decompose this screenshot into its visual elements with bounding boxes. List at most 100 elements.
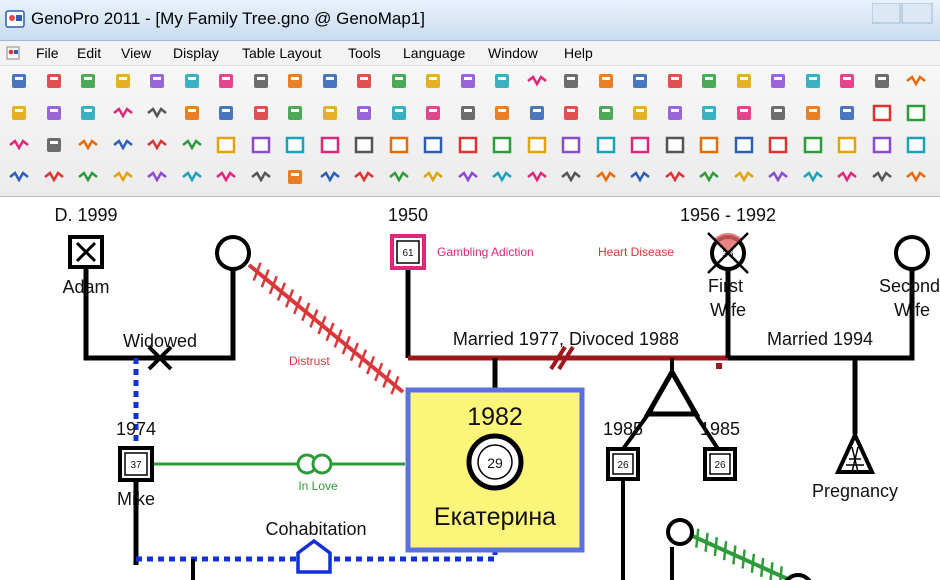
green-double-icon[interactable] bbox=[181, 166, 203, 188]
blue-arrow-icon[interactable] bbox=[802, 166, 824, 188]
second-wife-symbol[interactable] bbox=[894, 235, 930, 271]
blue-outline-box-icon[interactable] bbox=[560, 134, 582, 156]
red-zz3-icon[interactable] bbox=[629, 166, 651, 188]
triangle-icon[interactable] bbox=[664, 102, 686, 124]
zoom-family-icon[interactable] bbox=[560, 70, 582, 92]
paste-icon[interactable] bbox=[250, 70, 272, 92]
red-hatch-icon[interactable] bbox=[526, 166, 548, 188]
pen-icon[interactable] bbox=[871, 70, 893, 92]
color-cyan-icon[interactable] bbox=[905, 134, 927, 156]
redo-icon[interactable] bbox=[353, 70, 375, 92]
curve-line-icon[interactable] bbox=[8, 134, 30, 156]
family-tree-icon[interactable] bbox=[491, 70, 513, 92]
shape-quarter-icon[interactable] bbox=[319, 134, 341, 156]
tree-icon[interactable] bbox=[560, 102, 582, 124]
pink-end-icon[interactable] bbox=[905, 166, 927, 188]
font-a-icon[interactable] bbox=[836, 70, 858, 92]
shape-frame-icon[interactable] bbox=[457, 134, 479, 156]
genopro-app-icon[interactable] bbox=[5, 9, 25, 29]
picture-icon[interactable] bbox=[802, 70, 824, 92]
blue-check-icon[interactable] bbox=[733, 166, 755, 188]
blue-wave-icon[interactable] bbox=[698, 166, 720, 188]
alert-icon[interactable] bbox=[629, 70, 651, 92]
shape-dot-icon[interactable] bbox=[388, 134, 410, 156]
print-icon[interactable] bbox=[181, 70, 203, 92]
green-line-icon[interactable] bbox=[215, 166, 237, 188]
green-bar-icon[interactable] bbox=[250, 166, 272, 188]
window-controls[interactable] bbox=[872, 3, 934, 25]
color-yellow-icon[interactable] bbox=[767, 134, 789, 156]
dot-line-icon[interactable] bbox=[43, 166, 65, 188]
document-menu-icon[interactable] bbox=[6, 46, 20, 60]
color-red-icon[interactable] bbox=[698, 134, 720, 156]
zoom-page-icon[interactable] bbox=[388, 102, 410, 124]
pregnancy-symbol[interactable] bbox=[834, 430, 876, 474]
shape-inner-icon[interactable] bbox=[353, 134, 375, 156]
red-block-icon[interactable] bbox=[664, 166, 686, 188]
red-spiral-icon[interactable] bbox=[491, 166, 513, 188]
mike-symbol[interactable]: 37 bbox=[118, 446, 154, 482]
ekaterina-card[interactable]: 1982 29 Екатерина bbox=[405, 387, 585, 553]
arrow-right-icon[interactable] bbox=[146, 102, 168, 124]
color-lime-icon[interactable] bbox=[802, 134, 824, 156]
light-box-icon[interactable] bbox=[905, 102, 927, 124]
orange-box-icon[interactable] bbox=[526, 134, 548, 156]
zoom-in-icon[interactable] bbox=[284, 102, 306, 124]
chart-icon[interactable] bbox=[767, 70, 789, 92]
first-wife-symbol[interactable]: 36 bbox=[707, 232, 749, 274]
distrust-relation[interactable] bbox=[247, 262, 405, 395]
move-icon[interactable] bbox=[457, 102, 479, 124]
pink-block-icon[interactable] bbox=[871, 166, 893, 188]
color-magenta-icon[interactable] bbox=[664, 134, 686, 156]
zoom-fit-icon[interactable] bbox=[353, 102, 375, 124]
align-up-icon[interactable] bbox=[43, 102, 65, 124]
arrow-left-icon[interactable] bbox=[112, 102, 134, 124]
red-bars-icon[interactable] bbox=[112, 166, 134, 188]
menu-help[interactable]: Help bbox=[564, 45, 593, 61]
link-icon[interactable] bbox=[733, 102, 755, 124]
pink-arrow-icon[interactable] bbox=[836, 166, 858, 188]
binoculars-icon[interactable] bbox=[215, 102, 237, 124]
copy-icon[interactable] bbox=[112, 70, 134, 92]
split-icon[interactable] bbox=[491, 102, 513, 124]
shape-top-half-icon[interactable] bbox=[284, 134, 306, 156]
triple-slash-icon[interactable] bbox=[181, 134, 203, 156]
align-left-icon[interactable] bbox=[8, 102, 30, 124]
shape-left-half-icon[interactable] bbox=[215, 134, 237, 156]
red-line-icon[interactable] bbox=[353, 166, 375, 188]
shape-bottom-half-icon[interactable] bbox=[250, 134, 272, 156]
new-document-icon[interactable] bbox=[8, 70, 30, 92]
menu-edit[interactable]: Edit bbox=[77, 45, 101, 61]
father-symbol[interactable]: 61 bbox=[390, 234, 426, 270]
zoom-out-icon[interactable] bbox=[319, 102, 341, 124]
red-arrows-icon[interactable] bbox=[77, 166, 99, 188]
warning-icon[interactable] bbox=[595, 70, 617, 92]
color-green-icon[interactable] bbox=[629, 134, 651, 156]
menu-tools[interactable]: Tools bbox=[348, 45, 381, 61]
green-thick-icon[interactable] bbox=[284, 166, 306, 188]
twin2-symbol[interactable]: 26 bbox=[703, 447, 737, 481]
menu-view[interactable]: View bbox=[121, 45, 151, 61]
color-blue-icon[interactable] bbox=[595, 134, 617, 156]
blue-double-check-icon[interactable] bbox=[767, 166, 789, 188]
select-icon[interactable] bbox=[388, 70, 410, 92]
line-icon[interactable] bbox=[905, 70, 927, 92]
find-icon[interactable] bbox=[250, 102, 272, 124]
lower-right-partial-symbol[interactable] bbox=[784, 573, 812, 580]
green-dot-icon[interactable] bbox=[319, 166, 341, 188]
adam-symbol[interactable] bbox=[68, 235, 104, 269]
undo-icon[interactable] bbox=[319, 70, 341, 92]
descendants-icon[interactable] bbox=[526, 70, 548, 92]
twin1-symbol[interactable]: 26 bbox=[606, 447, 640, 481]
report-icon[interactable] bbox=[664, 70, 686, 92]
red-dashed-icon[interactable] bbox=[388, 166, 410, 188]
red-zz-icon[interactable] bbox=[560, 166, 582, 188]
menu-file[interactable]: File bbox=[36, 45, 59, 61]
menu-window[interactable]: Window bbox=[488, 45, 538, 61]
adam-wife-symbol[interactable] bbox=[215, 235, 251, 271]
chevron-icon[interactable] bbox=[698, 102, 720, 124]
pedigree-icon[interactable] bbox=[457, 70, 479, 92]
cross-line-icon[interactable] bbox=[112, 134, 134, 156]
red-zz2-icon[interactable] bbox=[595, 166, 617, 188]
menu-language[interactable]: Language bbox=[403, 45, 465, 61]
